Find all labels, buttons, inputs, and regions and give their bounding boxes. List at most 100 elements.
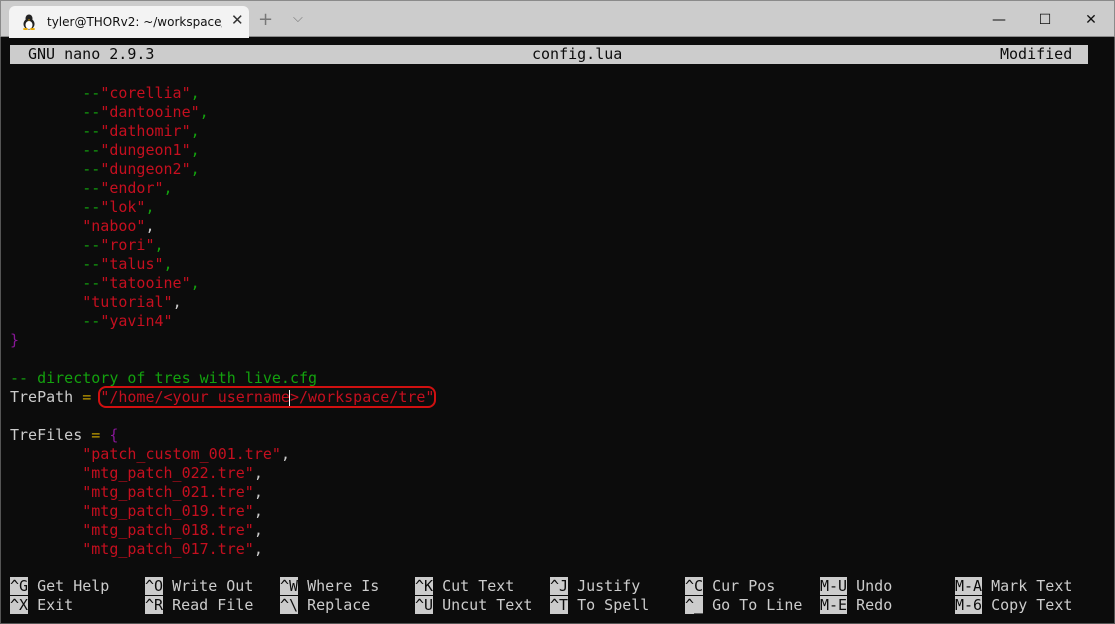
maximize-button[interactable]: ☐ xyxy=(1022,7,1068,33)
shortcut-justify[interactable]: ^J Justify xyxy=(550,577,640,596)
shortcut-get-help[interactable]: ^G Get Help xyxy=(10,577,109,596)
code-line-trefile: "mtg_patch_018.tre", xyxy=(10,521,263,540)
shortcut-key: ^W xyxy=(280,577,299,595)
string-literal: "lok" xyxy=(100,198,146,216)
shortcut-uncut-text[interactable]: ^U Uncut Text xyxy=(415,596,532,615)
nano-header: GNU nano 2.9.3 config.lua Modified xyxy=(10,45,1088,64)
terminal-area[interactable]: GNU nano 2.9.3 config.lua Modified --"co… xyxy=(0,37,1115,624)
equals-operator: = xyxy=(82,388,92,406)
shortcut-where-is[interactable]: ^W Where Is xyxy=(280,577,379,596)
shortcut-go-to-line[interactable]: ^_ Go To Line xyxy=(685,596,802,615)
shortcut-exit[interactable]: ^X Exit xyxy=(10,596,73,615)
code-line-planet: --"yavin4" xyxy=(10,312,173,331)
shortcut-label: Justify xyxy=(577,577,641,595)
shortcut-key: ^U xyxy=(415,596,434,614)
shortcut-key: ^K xyxy=(415,577,434,595)
shortcut-label: Go To Line xyxy=(712,596,803,614)
file-name: config.lua xyxy=(532,45,623,63)
trepath-value-part1: "/home/<your username xyxy=(100,388,290,406)
shortcut-cut-text[interactable]: ^K Cut Text xyxy=(415,577,514,596)
code-line-planet: "naboo", xyxy=(10,217,154,236)
comment-marker: -- xyxy=(82,236,101,254)
code-line-planet: --"lok", xyxy=(10,198,154,217)
shortcut-undo[interactable]: M-U Undo xyxy=(820,577,892,596)
shortcut-label: Copy Text xyxy=(991,596,1073,614)
shortcut-label: Read File xyxy=(172,596,254,614)
code-line-planet: --"corellia", xyxy=(10,84,200,103)
shortcut-key: M-U xyxy=(820,577,848,595)
string-literal: "endor" xyxy=(100,179,164,197)
shortcut-key: ^\ xyxy=(280,596,299,614)
shortcut-label: To Spell xyxy=(577,596,650,614)
shortcut-key: ^C xyxy=(685,577,704,595)
terminal-tab[interactable]: tyler@THORv2: ~/workspace/Co ✕ xyxy=(9,6,249,38)
string-literal: "mtg_patch_021.tre" xyxy=(82,483,254,501)
string-literal: "mtg_patch_019.tre" xyxy=(82,502,254,520)
shortcut-label: Cur Pos xyxy=(712,577,776,595)
shortcut-label: Mark Text xyxy=(991,577,1073,595)
string-literal: "dungeon2" xyxy=(100,160,191,178)
close-brace: } xyxy=(10,331,20,349)
shortcut-label: Where Is xyxy=(307,577,380,595)
shortcut-label: Exit xyxy=(37,596,74,614)
comma: , xyxy=(163,255,173,273)
code-line-planet: --"dungeon1", xyxy=(10,141,200,160)
shortcut-label: Undo xyxy=(856,577,893,595)
shortcut-mark-text[interactable]: M-A Mark Text xyxy=(955,577,1072,596)
string-literal: "tutorial" xyxy=(82,293,173,311)
tab-close-icon[interactable]: ✕ xyxy=(231,11,244,29)
shortcut-label: Cut Text xyxy=(442,577,515,595)
nano-version: GNU nano 2.9.3 xyxy=(28,45,155,63)
string-literal: "tatooine" xyxy=(100,274,191,292)
comma: , xyxy=(190,160,200,178)
comment-text: -- directory of tres with live.cfg xyxy=(10,369,318,387)
code-line-planet: --"dungeon2", xyxy=(10,160,200,179)
string-literal: "naboo" xyxy=(82,217,146,235)
code-line-planet: --"endor", xyxy=(10,179,172,198)
shortcut-cur-pos[interactable]: ^C Cur Pos xyxy=(685,577,775,596)
string-literal: "mtg_patch_017.tre" xyxy=(82,540,254,558)
shortcut-key: M-E xyxy=(820,596,848,614)
string-literal: "dantooine" xyxy=(100,103,200,121)
code-line-trefile: "mtg_patch_021.tre", xyxy=(10,483,263,502)
tab-title: tyler@THORv2: ~/workspace/Co xyxy=(47,15,222,29)
string-literal: "mtg_patch_018.tre" xyxy=(82,521,254,539)
comma: , xyxy=(190,141,200,159)
string-literal: "patch_custom_001.tre" xyxy=(82,445,281,463)
string-literal: "dathomir" xyxy=(100,122,191,140)
window-titlebar: tyler@THORv2: ~/workspace/Co ✕ + ⌵ — ☐ ✕ xyxy=(0,0,1115,38)
comma: , xyxy=(253,540,263,558)
minimize-button[interactable]: — xyxy=(976,7,1022,33)
comma: , xyxy=(199,103,209,121)
code-line-trefile: "mtg_patch_019.tre", xyxy=(10,502,263,521)
new-tab-button[interactable]: + xyxy=(258,9,273,30)
shortcut-write-out[interactable]: ^O Write Out xyxy=(145,577,253,596)
code-line-trefile: "mtg_patch_022.tre", xyxy=(10,464,263,483)
shortcut-to-spell[interactable]: ^T To Spell xyxy=(550,596,649,615)
shortcut-read-file[interactable]: ^R Read File xyxy=(145,596,253,615)
shortcut-label: Replace xyxy=(307,596,371,614)
shortcut-key: ^R xyxy=(145,596,164,614)
shortcut-key: M-6 xyxy=(955,596,983,614)
comma: , xyxy=(280,445,290,463)
shortcut-key: ^O xyxy=(145,577,164,595)
trepath-value-highlight: "/home/<your username>/workspace/tre" xyxy=(98,386,437,408)
comma: , xyxy=(190,84,200,102)
shortcut-replace[interactable]: ^\ Replace xyxy=(280,596,370,615)
string-literal: "dungeon1" xyxy=(100,141,191,159)
string-literal: "yavin4" xyxy=(100,312,173,330)
code-line-trepath: TrePath = "/home/<your username>/workspa… xyxy=(10,386,437,408)
string-literal: "talus" xyxy=(100,255,164,273)
shortcut-redo[interactable]: M-E Redo xyxy=(820,596,892,615)
code-line-planet: --"rori", xyxy=(10,236,163,255)
code-line-planet: --"tatooine", xyxy=(10,274,199,293)
comma: , xyxy=(253,483,263,501)
comment-marker: -- xyxy=(82,312,101,330)
tab-dropdown-button[interactable]: ⌵ xyxy=(293,11,303,26)
close-button[interactable]: ✕ xyxy=(1068,7,1114,33)
equals-operator: = xyxy=(91,426,101,444)
comment-marker: -- xyxy=(82,179,101,197)
shortcut-key: ^_ xyxy=(685,596,704,614)
shortcut-copy-text[interactable]: M-6 Copy Text xyxy=(955,596,1072,615)
shortcut-key: M-A xyxy=(955,577,983,595)
